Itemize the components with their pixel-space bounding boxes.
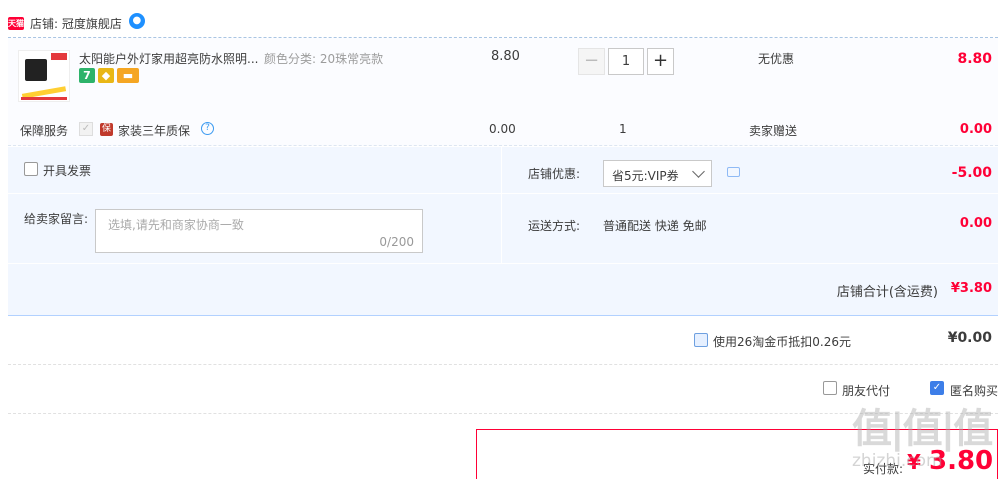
watermark-url: zhizhi.com bbox=[852, 451, 943, 471]
quantity-minus-button[interactable]: − bbox=[578, 48, 605, 75]
product-title[interactable]: 太阳能户外灯家用超亮防水照明... bbox=[79, 50, 258, 67]
comment-icon[interactable] bbox=[727, 167, 740, 177]
order-item: 太阳能户外灯家用超亮防水照明... 颜色分类: 20珠常亮款 7 ◆ ▬ 8.8… bbox=[8, 38, 998, 146]
invoice-checkbox[interactable] bbox=[24, 162, 38, 176]
guarantee-bao-icon: 保 bbox=[100, 123, 113, 136]
message-textarea[interactable]: 选填,请先和商家协商一致 0/200 bbox=[95, 209, 423, 253]
divider bbox=[502, 193, 998, 194]
product-image-lamp bbox=[25, 59, 47, 81]
guarantee-price: 0.00 bbox=[489, 122, 516, 136]
guarantee-label: 保障服务 bbox=[20, 124, 69, 138]
chevron-down-icon bbox=[692, 165, 705, 178]
store-total-label: 店铺合计(含运费) bbox=[836, 285, 938, 300]
gold-seller-icon[interactable]: ◆ bbox=[98, 68, 114, 83]
product-image-strip bbox=[21, 97, 67, 100]
guarantee-checkbox: ✓ bbox=[79, 122, 93, 136]
item-discount: 无优惠 bbox=[758, 52, 795, 66]
message-label: 给卖家留言: bbox=[24, 212, 89, 226]
store-total-value: ¥3.80 bbox=[950, 281, 992, 296]
divider bbox=[501, 147, 502, 263]
coupon-select-value: 省5元:VIP券 bbox=[612, 169, 679, 183]
tmall-badge: 天猫 bbox=[8, 16, 24, 30]
friend-pay-checkbox[interactable] bbox=[823, 381, 837, 395]
product-image-tag bbox=[51, 53, 67, 60]
shop-header: 天猫 店铺: 冠度旗舰店 ● bbox=[8, 12, 998, 34]
payment-options-row: 朋友代付 ✓ 匿名购买 bbox=[8, 365, 998, 414]
store-discount-value: -5.00 bbox=[951, 165, 992, 181]
shipping-fee: 0.00 bbox=[959, 216, 992, 231]
product-sku: 颜色分类: 20珠常亮款 bbox=[264, 52, 384, 66]
store-discount-label: 店铺优惠: bbox=[528, 167, 581, 181]
message-char-count: 0/200 bbox=[379, 235, 414, 249]
quantity-stepper: − 1 + bbox=[578, 48, 674, 75]
wangwang-icon[interactable]: ● bbox=[128, 13, 145, 29]
divider bbox=[8, 263, 998, 264]
divider bbox=[8, 193, 501, 194]
item-total: 8.80 bbox=[957, 51, 992, 67]
credit-card-icon[interactable]: ▬ bbox=[117, 68, 139, 83]
guarantee-quantity: 1 bbox=[619, 122, 627, 136]
help-icon[interactable]: ? bbox=[201, 122, 214, 135]
anonymous-checkbox[interactable]: ✓ bbox=[930, 381, 944, 395]
invoice-label[interactable]: 开具发票 bbox=[43, 162, 91, 179]
service-icons: 7 ◆ ▬ bbox=[79, 68, 139, 83]
unit-price: 8.80 bbox=[491, 49, 520, 64]
coupon-select[interactable]: 省5元:VIP券 bbox=[603, 160, 712, 187]
quantity-plus-button[interactable]: + bbox=[647, 48, 674, 75]
guarantee-name: 家装三年质保 bbox=[118, 124, 191, 138]
coin-value: ¥0.00 bbox=[947, 330, 992, 346]
shipping-label: 运送方式: bbox=[528, 219, 581, 233]
order-options: 开具发票 给卖家留言: 选填,请先和商家协商一致 0/200 店铺优惠: 省5元… bbox=[8, 147, 998, 316]
product-thumbnail[interactable] bbox=[18, 50, 70, 102]
seven-day-return-icon[interactable]: 7 bbox=[79, 68, 95, 83]
watermark-logo: 值|值|值 bbox=[852, 406, 993, 452]
quantity-input[interactable]: 1 bbox=[608, 48, 644, 75]
coin-label[interactable]: 使用26淘金币抵扣0.26元 bbox=[713, 333, 851, 350]
shop-name[interactable]: 店铺: 冠度旗舰店 bbox=[30, 15, 122, 32]
coin-deduction-row: 使用26淘金币抵扣0.26元 ¥0.00 bbox=[8, 316, 998, 365]
guarantee-gift: 卖家赠送 bbox=[749, 124, 798, 138]
guarantee-total: 0.00 bbox=[959, 122, 992, 137]
coin-checkbox[interactable] bbox=[694, 333, 708, 347]
shipping-method: 普通配送 快递 免邮 bbox=[603, 219, 707, 233]
message-placeholder: 选填,请先和商家协商一致 bbox=[108, 218, 244, 232]
